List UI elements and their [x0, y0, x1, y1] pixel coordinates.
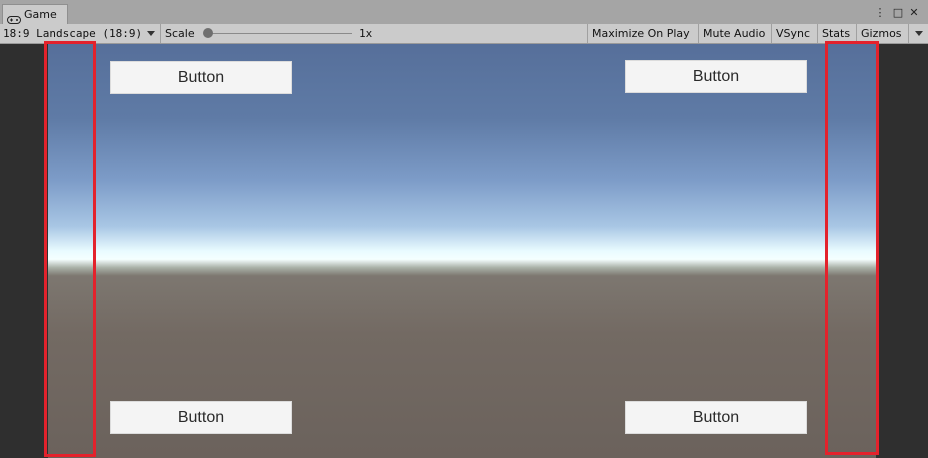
scale-label: Scale	[160, 24, 202, 43]
scale-slider-thumb[interactable]	[203, 28, 213, 38]
left-safe-area-highlight	[44, 41, 96, 457]
tab-game[interactable]: Game	[2, 4, 68, 24]
game-button-top-left[interactable]: Button	[110, 61, 292, 94]
right-safe-area-highlight	[825, 41, 879, 455]
tab-strip: Game ⋮ □ ✕	[0, 0, 928, 25]
vsync-toggle[interactable]: VSync	[771, 24, 817, 43]
scale-slider-track[interactable]	[206, 33, 352, 34]
game-button-top-right[interactable]: Button	[625, 60, 807, 93]
gamepad-icon	[7, 10, 21, 24]
game-window: Game ⋮ □ ✕ 18:9 Landscape (18:9) Scale 1…	[0, 0, 928, 458]
more-options-icon[interactable]: ⋮	[874, 3, 886, 21]
aspect-ratio-value: 18:9 Landscape (18:9)	[3, 27, 143, 40]
scale-value: 1x	[359, 27, 373, 40]
chevron-down-icon	[147, 31, 155, 36]
chevron-down-icon	[914, 31, 923, 36]
tab-game-label: Game	[24, 8, 57, 21]
game-viewport: Button Button Button Button	[48, 44, 876, 458]
mute-audio-toggle[interactable]: Mute Audio	[698, 24, 771, 43]
game-toolbar: 18:9 Landscape (18:9) Scale 1x Maximize …	[0, 24, 928, 44]
gizmos-dropdown[interactable]	[908, 24, 928, 43]
game-button-bottom-left[interactable]: Button	[110, 401, 292, 434]
game-button-bottom-right[interactable]: Button	[625, 401, 807, 434]
close-icon[interactable]: ✕	[907, 3, 921, 21]
game-view: Button Button Button Button	[0, 44, 928, 458]
maximize-icon[interactable]: □	[891, 3, 905, 21]
maximize-on-play-toggle[interactable]: Maximize On Play	[587, 24, 698, 43]
